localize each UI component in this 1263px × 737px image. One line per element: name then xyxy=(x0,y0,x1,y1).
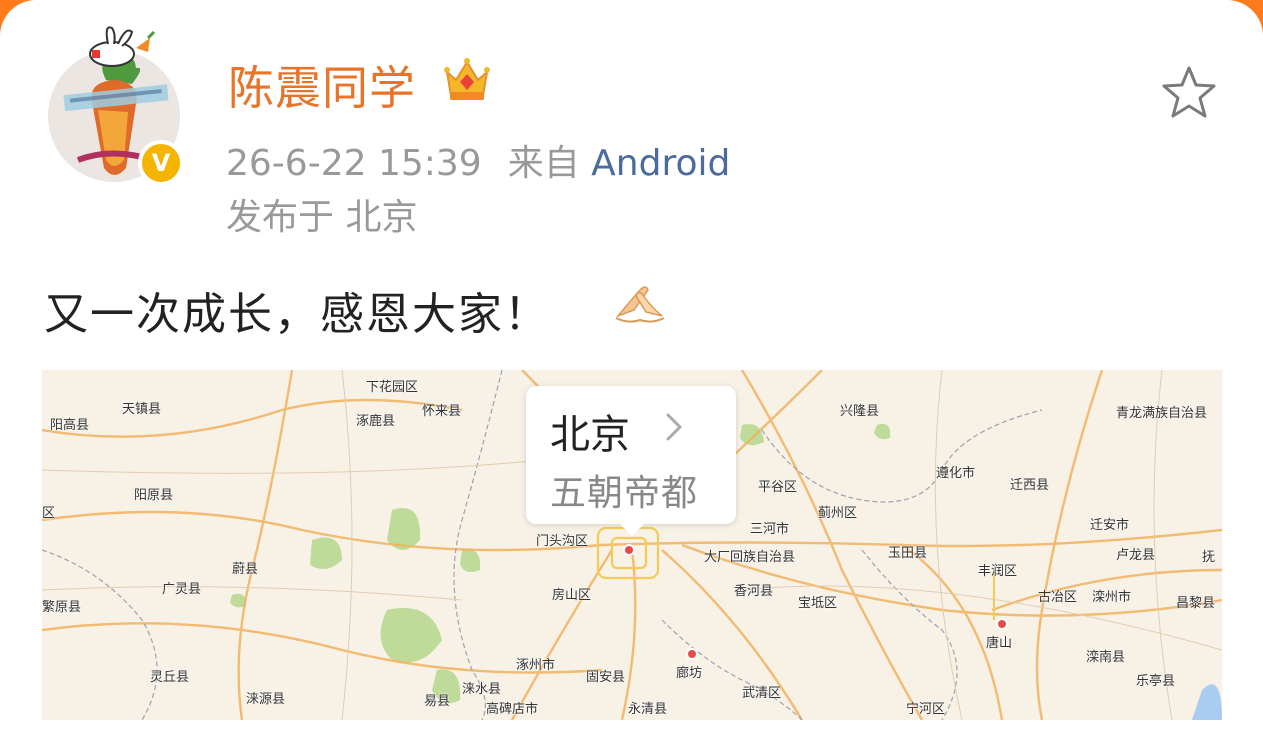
bubble-city: 北京 xyxy=(550,412,630,458)
post-meta: 26-6-22 15:39 来自 Android xyxy=(226,134,730,186)
map-label: 天镇县 xyxy=(122,402,162,417)
chevron-right-icon xyxy=(666,413,682,441)
verified-badge: V xyxy=(138,140,184,186)
map-label: 香河县 xyxy=(734,584,774,599)
map-label: 固安县 xyxy=(586,670,626,685)
post-card: V 陈震同学 26-6-22 15:39 来自 Android 发布于 北京 又一… xyxy=(0,0,1263,737)
map-label: 抚 xyxy=(1202,550,1216,565)
map-label: 三河市 xyxy=(750,522,790,537)
map-label: 卢龙县 xyxy=(1116,548,1156,563)
tangshan-marker xyxy=(996,618,1008,630)
beijing-marker xyxy=(623,544,635,556)
map-label: 乐亭县 xyxy=(1136,674,1176,689)
map-label: 蔚县 xyxy=(232,562,259,577)
post-timestamp: 26-6-22 15:39 xyxy=(226,143,482,184)
map-label: 玉田县 xyxy=(888,546,928,561)
username[interactable]: 陈震同学 xyxy=(228,52,416,118)
langfang-marker xyxy=(686,648,698,660)
map-label: 阳原县 xyxy=(134,488,174,503)
map-label: 繁原县 xyxy=(42,600,82,615)
map-label: 迁安市 xyxy=(1090,518,1130,533)
map-label: 易县 xyxy=(424,694,451,709)
crown-icon[interactable] xyxy=(442,56,492,104)
source-prefix: 来自 xyxy=(507,143,580,184)
map-label: 平谷区 xyxy=(758,480,798,495)
map-label: 灵丘县 xyxy=(150,670,190,685)
map-label: 丰润区 xyxy=(978,564,1018,579)
map-label: 房山区 xyxy=(552,588,592,603)
map-label: 门头沟区 xyxy=(536,534,589,549)
map-label: 怀来县 xyxy=(422,404,462,419)
map-label: 宝坻区 xyxy=(798,596,838,611)
client-link[interactable]: Android xyxy=(591,143,730,184)
map-label: 涿州市 xyxy=(516,658,556,673)
map-label: 大厂回族自治县 xyxy=(704,550,796,565)
map-label: 宁河区 xyxy=(906,702,946,717)
map-label: 阳高县 xyxy=(50,418,90,433)
post-text: 又一次成长，感恩大家！ xyxy=(44,289,550,340)
map-label: 唐山 xyxy=(986,636,1013,651)
map-location-bubble[interactable]: 北京 五朝帝都 xyxy=(526,386,736,536)
map-label: 青龙满族自治县 xyxy=(1116,406,1208,421)
map-label: 区 xyxy=(42,506,56,521)
star-icon[interactable] xyxy=(1160,64,1218,120)
post-location: 发布于 北京 xyxy=(226,197,418,238)
map-label: 永清县 xyxy=(628,702,668,717)
map-label: 涿鹿县 xyxy=(356,414,396,429)
map-label: 遵化市 xyxy=(936,466,976,481)
map-label: 广灵县 xyxy=(162,582,202,597)
pray-hands-emoji xyxy=(615,286,665,323)
map-label: 涞水县 xyxy=(462,682,502,697)
map-label: 涞源县 xyxy=(246,692,286,707)
map-label: 下花园区 xyxy=(366,380,419,395)
map-label: 迁西县 xyxy=(1010,478,1050,493)
bubble-subtitle: 五朝帝都 xyxy=(550,473,699,514)
map-label: 高碑店市 xyxy=(486,702,539,717)
map-label: 蓟州区 xyxy=(818,506,858,521)
map-label: 滦南县 xyxy=(1086,650,1126,665)
map-label: 廊坊 xyxy=(676,666,703,681)
map-label: 武清区 xyxy=(742,686,782,701)
map-card[interactable]: 阳高县 天镇县 下花园区 怀来县 涿鹿县 兴隆县 青龙满族自治县 阳原县 遵化市… xyxy=(42,370,1222,720)
map-label: 兴隆县 xyxy=(840,404,880,419)
map-label: 滦州市 xyxy=(1092,590,1132,605)
map-label: 古冶区 xyxy=(1038,590,1078,605)
map-label: 昌黎县 xyxy=(1176,596,1216,611)
bunny-decoration-icon xyxy=(89,26,156,67)
